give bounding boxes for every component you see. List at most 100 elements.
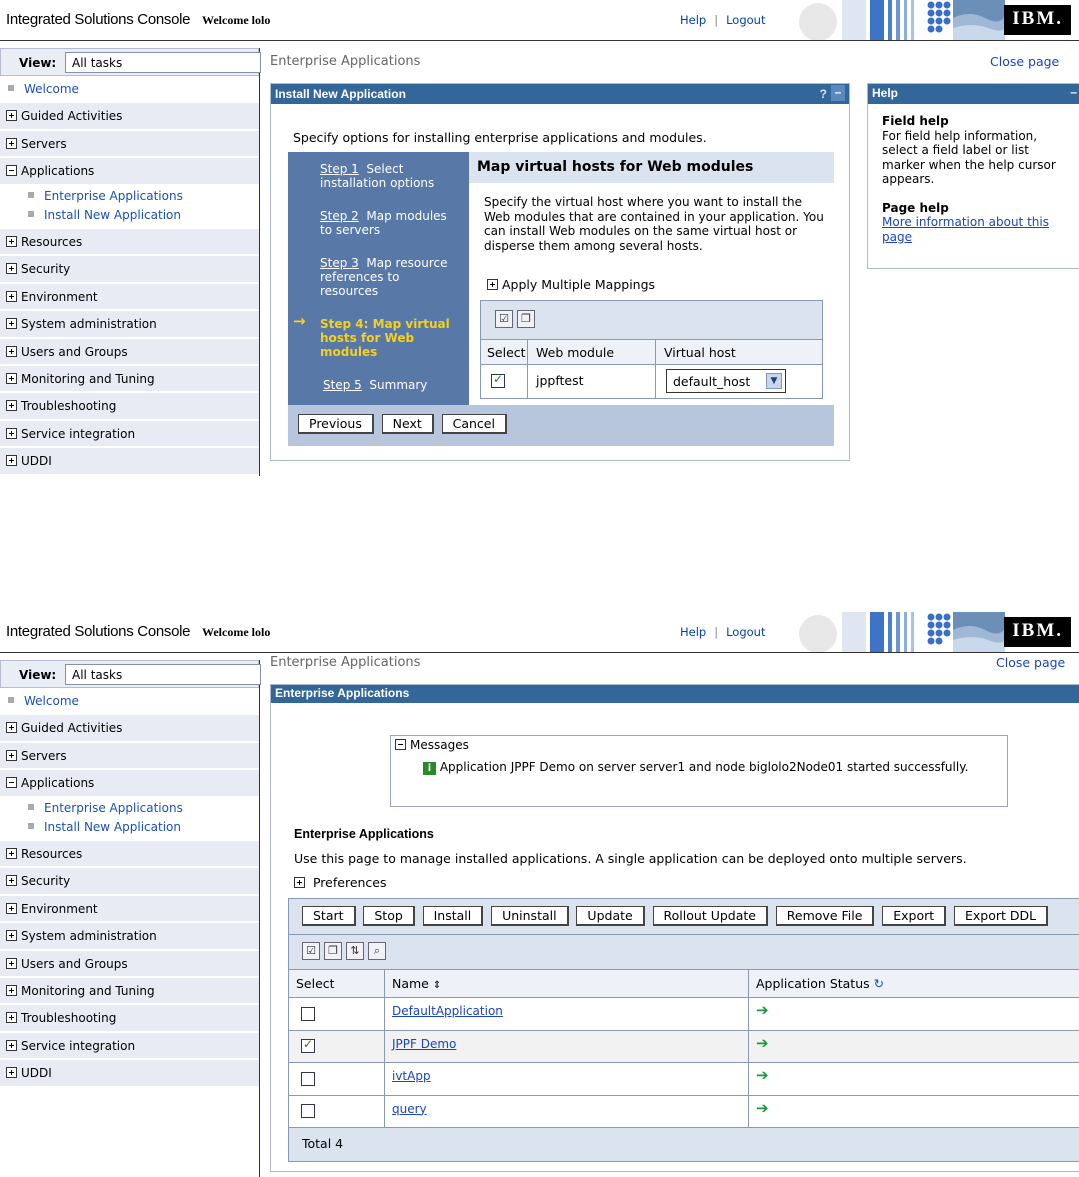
remove-file-button[interactable]: Remove File	[775, 906, 875, 926]
logout-link[interactable]: Logout	[726, 13, 765, 27]
nav-label: Enterprise Applications	[44, 188, 183, 203]
logout-link[interactable]: Logout	[726, 625, 765, 639]
next-button[interactable]: Next	[381, 414, 434, 434]
uninstall-button[interactable]: Uninstall	[491, 906, 569, 926]
section-description: Use this page to manage installed applic…	[294, 851, 967, 866]
nav-service-integration[interactable]: Service integration	[0, 420, 259, 449]
nav-install-new-application[interactable]: Install New Application	[0, 205, 259, 230]
clear-filter-icon[interactable]: ⌕	[368, 942, 386, 960]
row-checkbox[interactable]	[301, 1104, 315, 1118]
nav-monitoring-tuning[interactable]: Monitoring and Tuning	[0, 978, 259, 1006]
step-2[interactable]: Step 2 Map modules to servers	[320, 209, 460, 237]
row-checkbox[interactable]	[301, 1006, 315, 1021]
step-5-link[interactable]: Step 5	[323, 378, 362, 392]
deselect-all-icon[interactable]: ❐	[324, 942, 342, 960]
application-link[interactable]: JPPF Demo	[392, 1037, 456, 1051]
export-ddl-button[interactable]: Export DDL	[954, 906, 1049, 926]
start-button[interactable]: Start	[302, 906, 356, 926]
stop-button[interactable]: Stop	[363, 906, 415, 926]
navigation-tree: View: All tasks Welcome Guided Activitie…	[0, 48, 261, 476]
rollout-update-button[interactable]: Rollout Update	[652, 906, 768, 926]
deselect-all-icon[interactable]: ❐	[517, 310, 535, 328]
ibm-logo: IBM.	[1004, 5, 1071, 35]
application-link[interactable]: DefaultApplication	[392, 1004, 503, 1018]
help-link[interactable]: Help	[680, 13, 706, 27]
help-question-icon[interactable]: ?	[820, 87, 827, 101]
show-filter-icon[interactable]: ⇅	[346, 942, 364, 960]
view-select[interactable]: All tasks	[65, 52, 261, 73]
cancel-button[interactable]: Cancel	[441, 414, 507, 434]
row-checkbox[interactable]	[301, 1037, 315, 1053]
nav-service-integration[interactable]: Service integration	[0, 1032, 259, 1061]
minimize-icon[interactable]: –	[831, 85, 845, 101]
nav-label: Servers	[21, 136, 67, 151]
chevron-down-icon[interactable]: ▼	[766, 373, 782, 389]
nav-enterprise-applications[interactable]: Enterprise Applications	[0, 185, 259, 206]
row-checkbox[interactable]	[301, 1071, 315, 1086]
nav-applications[interactable]: Applications	[0, 158, 259, 186]
nav-install-new-application[interactable]: Install New Application	[0, 817, 259, 842]
previous-button[interactable]: Previous	[298, 414, 374, 434]
nav-security[interactable]: Security	[0, 868, 259, 896]
nav-applications[interactable]: Applications	[0, 770, 259, 798]
step-5[interactable]: Step 5 Summary	[323, 378, 463, 392]
refresh-icon[interactable]: ↻	[874, 976, 884, 991]
install-button[interactable]: Install	[422, 906, 484, 926]
messages-label: Messages	[410, 738, 469, 752]
nav-environment[interactable]: Environment	[0, 895, 259, 924]
nav-system-administration[interactable]: System administration	[0, 311, 259, 339]
preferences-toggle[interactable]: Preferences	[294, 875, 387, 890]
row-checkbox[interactable]	[491, 372, 505, 388]
minimize-icon[interactable]: –	[1070, 85, 1077, 99]
nav-label: Applications	[21, 164, 95, 179]
wizard-buttons: Previous Next Cancel	[298, 414, 511, 434]
close-page-link[interactable]: Close page	[990, 54, 1059, 69]
nav-environment[interactable]: Environment	[0, 283, 259, 312]
row-status-cell: ➔	[749, 1063, 1079, 1095]
export-button[interactable]: Export	[882, 906, 947, 926]
nav-uddi[interactable]: UDDI	[0, 1060, 259, 1088]
update-button[interactable]: Update	[576, 906, 645, 926]
nav-resources[interactable]: Resources	[0, 229, 259, 257]
nav-monitoring-tuning[interactable]: Monitoring and Tuning	[0, 366, 259, 394]
expand-icon	[6, 1039, 17, 1051]
nav-system-administration[interactable]: System administration	[0, 923, 259, 951]
close-page-link[interactable]: Close page	[996, 655, 1065, 670]
nav-guided-activities[interactable]: Guided Activities	[0, 715, 259, 743]
nav-users-groups[interactable]: Users and Groups	[0, 338, 259, 367]
nav-guided-activities[interactable]: Guided Activities	[0, 103, 259, 131]
step-2-link[interactable]: Step 2	[320, 209, 359, 223]
nav-servers[interactable]: Servers	[0, 130, 259, 159]
step-1-link[interactable]: Step 1	[320, 162, 359, 176]
step-1[interactable]: Step 1 Select installation options	[320, 162, 460, 190]
nav-troubleshooting[interactable]: Troubleshooting	[0, 393, 259, 421]
nav-welcome[interactable]: Welcome	[0, 76, 259, 104]
messages-header[interactable]: Messages	[395, 738, 469, 752]
step-3[interactable]: Step 3 Map resource references to resour…	[320, 256, 460, 298]
select-all-icon[interactable]: ☑	[302, 942, 320, 960]
sort-icon[interactable]: ⇕	[433, 980, 441, 991]
step-3-link[interactable]: Step 3	[320, 256, 359, 270]
expand-icon	[6, 722, 17, 734]
virtual-host-value: default_host	[673, 374, 751, 389]
nav-troubleshooting[interactable]: Troubleshooting	[0, 1005, 259, 1033]
nav-servers[interactable]: Servers	[0, 742, 259, 771]
select-all-icon[interactable]: ☑	[495, 310, 513, 328]
nav-label: Environment	[21, 901, 98, 916]
row-status-cell: ➔	[749, 1096, 1079, 1128]
nav-users-groups[interactable]: Users and Groups	[0, 950, 259, 979]
nav-resources[interactable]: Resources	[0, 841, 259, 869]
view-select[interactable]: All tasks	[65, 664, 261, 685]
nav-security[interactable]: Security	[0, 256, 259, 284]
application-link[interactable]: query	[392, 1102, 427, 1116]
page-help-link[interactable]: More information about this page	[882, 215, 1049, 244]
col-name[interactable]: Name ⇕	[385, 970, 749, 997]
virtual-host-select[interactable]: default_host ▼	[666, 369, 786, 393]
apply-multiple-mappings[interactable]: Apply Multiple Mappings	[487, 277, 655, 292]
application-link[interactable]: ivtApp	[392, 1069, 431, 1083]
nav-welcome[interactable]: Welcome	[0, 688, 259, 716]
nav-uddi[interactable]: UDDI	[0, 448, 259, 476]
help-link[interactable]: Help	[680, 625, 706, 639]
nav-enterprise-applications[interactable]: Enterprise Applications	[0, 797, 259, 818]
nav-label: Monitoring and Tuning	[21, 984, 155, 999]
